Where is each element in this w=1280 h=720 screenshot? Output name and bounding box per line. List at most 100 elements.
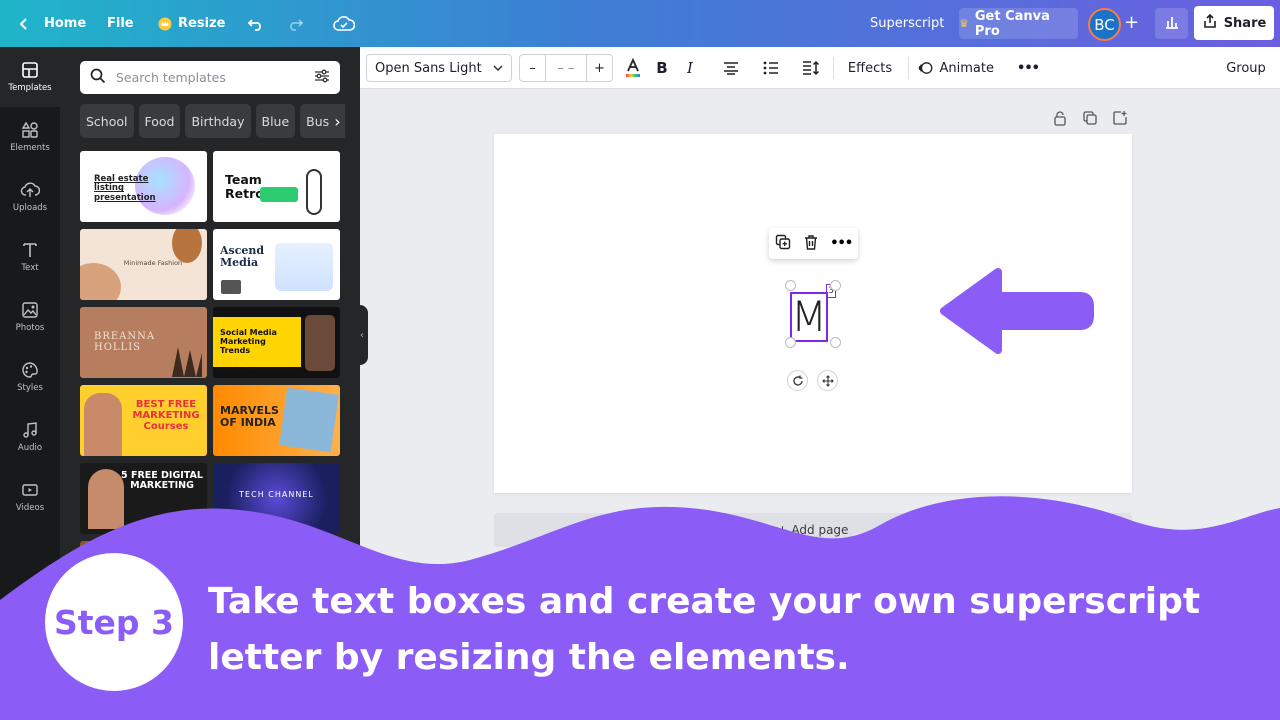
animate-button[interactable]: Animate (918, 54, 994, 82)
align-button[interactable] (720, 54, 742, 82)
template-thumb[interactable]: Ascend Media (213, 229, 340, 300)
cloud-check-icon (333, 15, 355, 32)
photos-icon (22, 302, 38, 318)
bold-button[interactable]: B (652, 54, 672, 82)
add-page-icon[interactable] (1112, 110, 1128, 130)
sidebar-item-styles[interactable]: Styles (0, 347, 60, 407)
resize-handle-top-right[interactable] (830, 280, 841, 291)
page-actions (1052, 110, 1128, 130)
template-title: Real estate listing presentation (94, 174, 156, 203)
template-thumb[interactable]: BEST FREE MARKETING Courses (80, 385, 207, 456)
templates-icon (22, 62, 38, 78)
avatar[interactable]: BC (1088, 8, 1121, 41)
home-label: Home (44, 16, 87, 31)
file-menu[interactable]: File (107, 0, 134, 47)
font-size-input[interactable]: – – (546, 55, 586, 81)
template-thumb[interactable]: BREANNA HOLLIS (80, 307, 207, 378)
chevron-left-icon: ‹ (360, 329, 364, 341)
styles-icon (22, 362, 38, 378)
resize-handle-bottom-right[interactable] (830, 337, 841, 348)
lock-icon[interactable] (1052, 110, 1068, 130)
chip-birthday[interactable]: Birthday (185, 104, 251, 138)
sidebar-item-label: Elements (10, 143, 50, 153)
sidebar-item-audio[interactable]: Audio (0, 407, 60, 467)
sidebar-item-templates[interactable]: Templates (0, 47, 60, 107)
animate-label: Animate (939, 60, 994, 76)
increase-font-size-button[interactable]: + (586, 55, 612, 81)
sidebar-item-text[interactable]: Text (0, 227, 60, 287)
duplicate-icon[interactable] (775, 234, 791, 254)
chip-blue[interactable]: Blue (255, 104, 296, 138)
template-thumb[interactable]: Team Retro (213, 151, 340, 222)
search-input[interactable] (116, 70, 304, 85)
redo-button[interactable] (286, 0, 304, 47)
undo-icon (247, 17, 265, 31)
move-handle[interactable] (817, 370, 838, 391)
step-label: Step 3 (54, 602, 174, 642)
more-options-icon[interactable]: ••• (830, 236, 853, 251)
person-photo (84, 393, 122, 456)
template-thumb[interactable]: Minimade Fashion (80, 229, 207, 300)
undo-button[interactable] (247, 0, 265, 47)
share-icon (1202, 13, 1218, 33)
rotate-handle[interactable] (787, 370, 808, 391)
search-icon (90, 68, 106, 88)
collapse-panel-button[interactable]: ‹ (356, 305, 368, 365)
italic-button[interactable]: I (680, 54, 700, 82)
sidebar-item-label: Styles (17, 383, 43, 393)
add-collaborator-button[interactable]: + (1124, 12, 1139, 33)
shape-graphic (172, 229, 202, 263)
chevron-right-icon: › (334, 111, 341, 131)
redo-icon (286, 17, 304, 31)
cloud-save-status[interactable] (333, 0, 355, 47)
share-button[interactable]: Share (1194, 6, 1274, 40)
resize-label: Resize (178, 16, 226, 31)
chip-school[interactable]: School (80, 104, 134, 138)
plus-icon: + (1124, 12, 1140, 33)
template-thumb[interactable]: MARVELS OF INDIA (213, 385, 340, 456)
rotate-icon (792, 375, 803, 386)
group-button[interactable]: Group (1222, 54, 1270, 82)
bar-chart-icon (1164, 14, 1180, 34)
duplicate-page-icon[interactable] (1082, 110, 1098, 130)
chip-food[interactable]: Food (138, 104, 181, 138)
list-button[interactable] (760, 54, 782, 82)
decrease-font-size-button[interactable]: – (520, 55, 546, 81)
uploads-icon (20, 182, 40, 197)
template-title: Social Media Marketing Trends (220, 328, 277, 355)
filter-icon[interactable] (314, 68, 330, 88)
elements-icon (21, 121, 38, 138)
sidebar-item-photos[interactable]: Photos (0, 287, 60, 347)
template-thumb[interactable]: Social Media Marketing Trends (213, 307, 340, 378)
template-thumb[interactable]: Real estate listing presentation (80, 151, 207, 222)
sidebar-item-elements[interactable]: Elements (0, 107, 60, 167)
insights-button[interactable] (1155, 8, 1188, 39)
text-icon (23, 243, 37, 257)
text-color-button[interactable] (622, 54, 644, 82)
chips-next-button[interactable]: › (330, 104, 345, 138)
template-title: MARVELS OF INDIA (220, 404, 279, 430)
category-chips: School Food Birthday Blue Busi (80, 104, 345, 138)
italic-icon: I (687, 59, 693, 77)
resize-handle-top-left[interactable] (785, 280, 796, 291)
avatar-initials: BC (1094, 15, 1115, 34)
resize-button[interactable]: Resize (158, 0, 225, 47)
font-family-select[interactable]: Open Sans Light (366, 54, 512, 82)
photo-collage (279, 387, 339, 453)
toolbar-divider (908, 57, 909, 79)
resize-handle-bottom-left[interactable] (785, 337, 796, 348)
share-label: Share (1223, 15, 1267, 31)
template-search[interactable] (80, 61, 340, 94)
template-title: Minimade Fashion (123, 259, 183, 267)
step-badge: Step 3 (45, 553, 183, 691)
home-button[interactable]: Home (18, 0, 86, 47)
document-title[interactable]: Superscript (870, 0, 944, 47)
get-canva-pro-button[interactable]: ♛ Get Canva Pro (959, 8, 1078, 39)
selection-box (790, 292, 828, 342)
sidebar-item-uploads[interactable]: Uploads (0, 167, 60, 227)
more-options-button[interactable]: ••• (1016, 54, 1040, 82)
trash-icon[interactable] (803, 234, 819, 254)
effects-button[interactable]: Effects (842, 54, 898, 82)
spacing-button[interactable] (800, 54, 822, 82)
file-label: File (107, 16, 134, 31)
